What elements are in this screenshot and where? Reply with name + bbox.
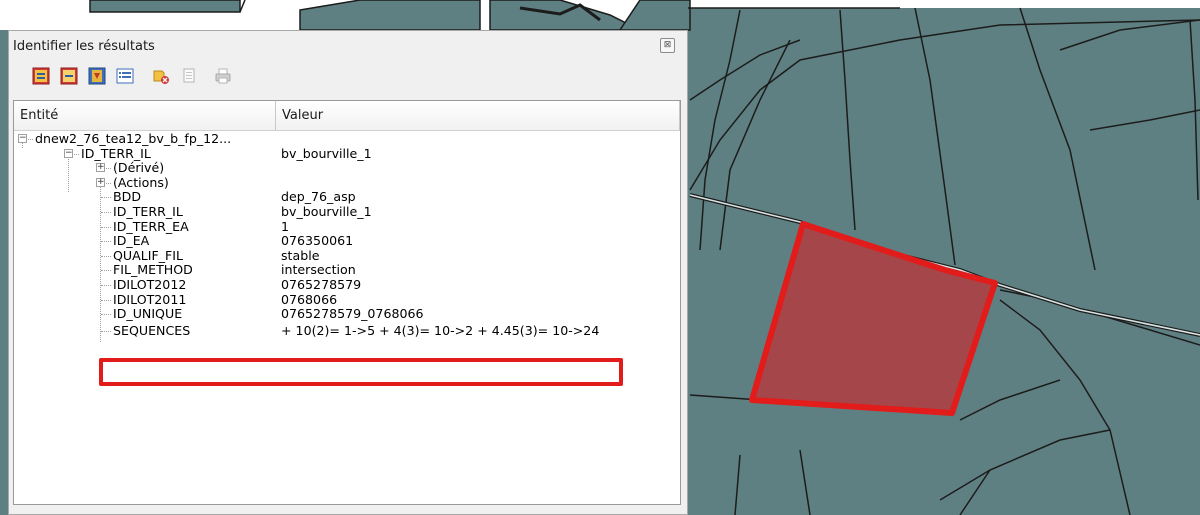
attribute-row[interactable]: BDD dep_76_asp xyxy=(14,190,680,205)
expand-all-icon xyxy=(32,67,50,85)
tree-rows: − dnew2_76_tea12_bv_b_fp_12... − ID_TERR… xyxy=(14,131,680,342)
attribute-row[interactable]: ID_UNIQUE 0765278579_0768066 xyxy=(14,307,680,322)
collapse-all-button[interactable] xyxy=(57,65,81,87)
feature-name: ID_TERR_IL xyxy=(81,145,151,161)
attribute-name: ID_UNIQUE xyxy=(113,306,183,322)
print-icon xyxy=(215,68,231,84)
attribute-name: ID_TERR_IL xyxy=(113,203,183,219)
attribute-row[interactable]: IDILOT2011 0768066 xyxy=(14,291,680,308)
form-view-button[interactable] xyxy=(113,65,137,87)
attribute-name: ID_TERR_EA xyxy=(113,218,189,234)
tree-connector xyxy=(101,211,111,213)
tree-connector xyxy=(101,284,111,286)
attribute-name: IDILOT2011 xyxy=(113,291,187,307)
tree-row-group[interactable]: + (Actions) xyxy=(14,174,680,191)
expand-icon[interactable]: + xyxy=(96,163,105,173)
attribute-name: QUALIF_FIL xyxy=(113,247,183,263)
feature-value: bv_bourville_1 xyxy=(281,145,372,161)
attribute-value: bv_bourville_1 xyxy=(281,203,372,219)
attribute-name: FIL_METHOD xyxy=(113,262,193,278)
tree-connector xyxy=(101,299,111,301)
tree-connector xyxy=(101,270,111,272)
attribute-value: 1 xyxy=(281,218,290,234)
attribute-value: 076350061 xyxy=(281,233,354,249)
tree-row-layer[interactable]: − dnew2_76_tea12_bv_b_fp_12... xyxy=(14,131,680,147)
tree-connector xyxy=(101,314,111,316)
results-tree[interactable]: Entité Valeur − dnew2_76_tea12_bv_b_fp_1… xyxy=(13,100,681,505)
attribute-value: 0765278579_0768066 xyxy=(281,306,424,322)
form-view-icon xyxy=(116,68,134,84)
panel-title: Identifier les résultats xyxy=(13,39,155,54)
tree-connector xyxy=(106,182,111,184)
expand-all-button[interactable] xyxy=(29,65,53,87)
toolbar xyxy=(9,61,687,93)
attribute-row-sequences[interactable]: SEQUENCES + 10(2)= 1->5 + 4(3)= 10->2 + … xyxy=(14,322,680,339)
group-derived: (Dérivé) xyxy=(113,160,165,176)
attribute-name: SEQUENCES xyxy=(113,322,191,338)
copy-icon xyxy=(183,68,195,83)
tree-connector xyxy=(101,197,111,199)
attribute-row[interactable]: QUALIF_FIL stable xyxy=(14,247,680,264)
attribute-name: BDD xyxy=(113,189,142,205)
layer-name: dnew2_76_tea12_bv_b_fp_12... xyxy=(35,131,232,146)
tree-connector xyxy=(28,139,33,140)
close-icon[interactable]: ⊠ xyxy=(660,38,675,53)
attribute-row[interactable]: ID_EA 076350061 xyxy=(14,234,680,249)
attribute-row[interactable]: IDILOT2012 0765278579 xyxy=(14,276,680,293)
column-header-value[interactable]: Valeur xyxy=(276,101,680,131)
tree-connector xyxy=(101,241,111,243)
tree-connector xyxy=(101,226,111,228)
attribute-name: ID_EA xyxy=(113,233,150,249)
tree-connector xyxy=(101,330,111,332)
clear-results-button[interactable] xyxy=(149,65,173,87)
group-actions: (Actions) xyxy=(113,174,169,190)
expand-icon[interactable]: + xyxy=(96,177,105,187)
tree-row-feature[interactable]: − ID_TERR_IL bv_bourville_1 xyxy=(14,145,680,162)
attribute-value: 0765278579 xyxy=(281,276,362,292)
attribute-row[interactable]: ID_TERR_EA 1 xyxy=(14,218,680,235)
expand-new-icon xyxy=(88,67,106,85)
attribute-value: + 10(2)= 1->5 + 4(3)= 10->2 + 4.45(3)= 1… xyxy=(281,322,600,338)
attribute-row[interactable]: FIL_METHOD intersection xyxy=(14,263,680,278)
collapse-all-icon xyxy=(60,67,78,85)
collapse-icon[interactable]: − xyxy=(18,134,27,143)
identify-results-panel: Identifier les résultats ⊠ Entité Valeur… xyxy=(8,30,688,515)
expand-new-button[interactable] xyxy=(85,65,109,87)
attribute-value: 0768066 xyxy=(281,291,338,307)
clear-results-icon xyxy=(153,70,169,84)
copy-button[interactable] xyxy=(177,65,201,87)
collapse-icon[interactable]: − xyxy=(64,148,73,158)
tree-connector xyxy=(74,153,79,155)
highlight-box xyxy=(99,358,623,386)
column-header-entity[interactable]: Entité xyxy=(14,101,276,131)
attribute-value: stable xyxy=(281,247,320,263)
attribute-row[interactable]: ID_TERR_IL bv_bourville_1 xyxy=(14,203,680,220)
tree-connector xyxy=(106,168,111,170)
panel-titlebar[interactable]: Identifier les résultats ⊠ xyxy=(9,31,687,61)
attribute-value: dep_76_asp xyxy=(281,189,356,205)
print-button[interactable] xyxy=(211,65,235,87)
tree-connector xyxy=(101,255,111,257)
tree-row-group[interactable]: + (Dérivé) xyxy=(14,161,680,176)
attribute-value: intersection xyxy=(281,262,356,278)
attribute-name: IDILOT2012 xyxy=(113,276,187,292)
